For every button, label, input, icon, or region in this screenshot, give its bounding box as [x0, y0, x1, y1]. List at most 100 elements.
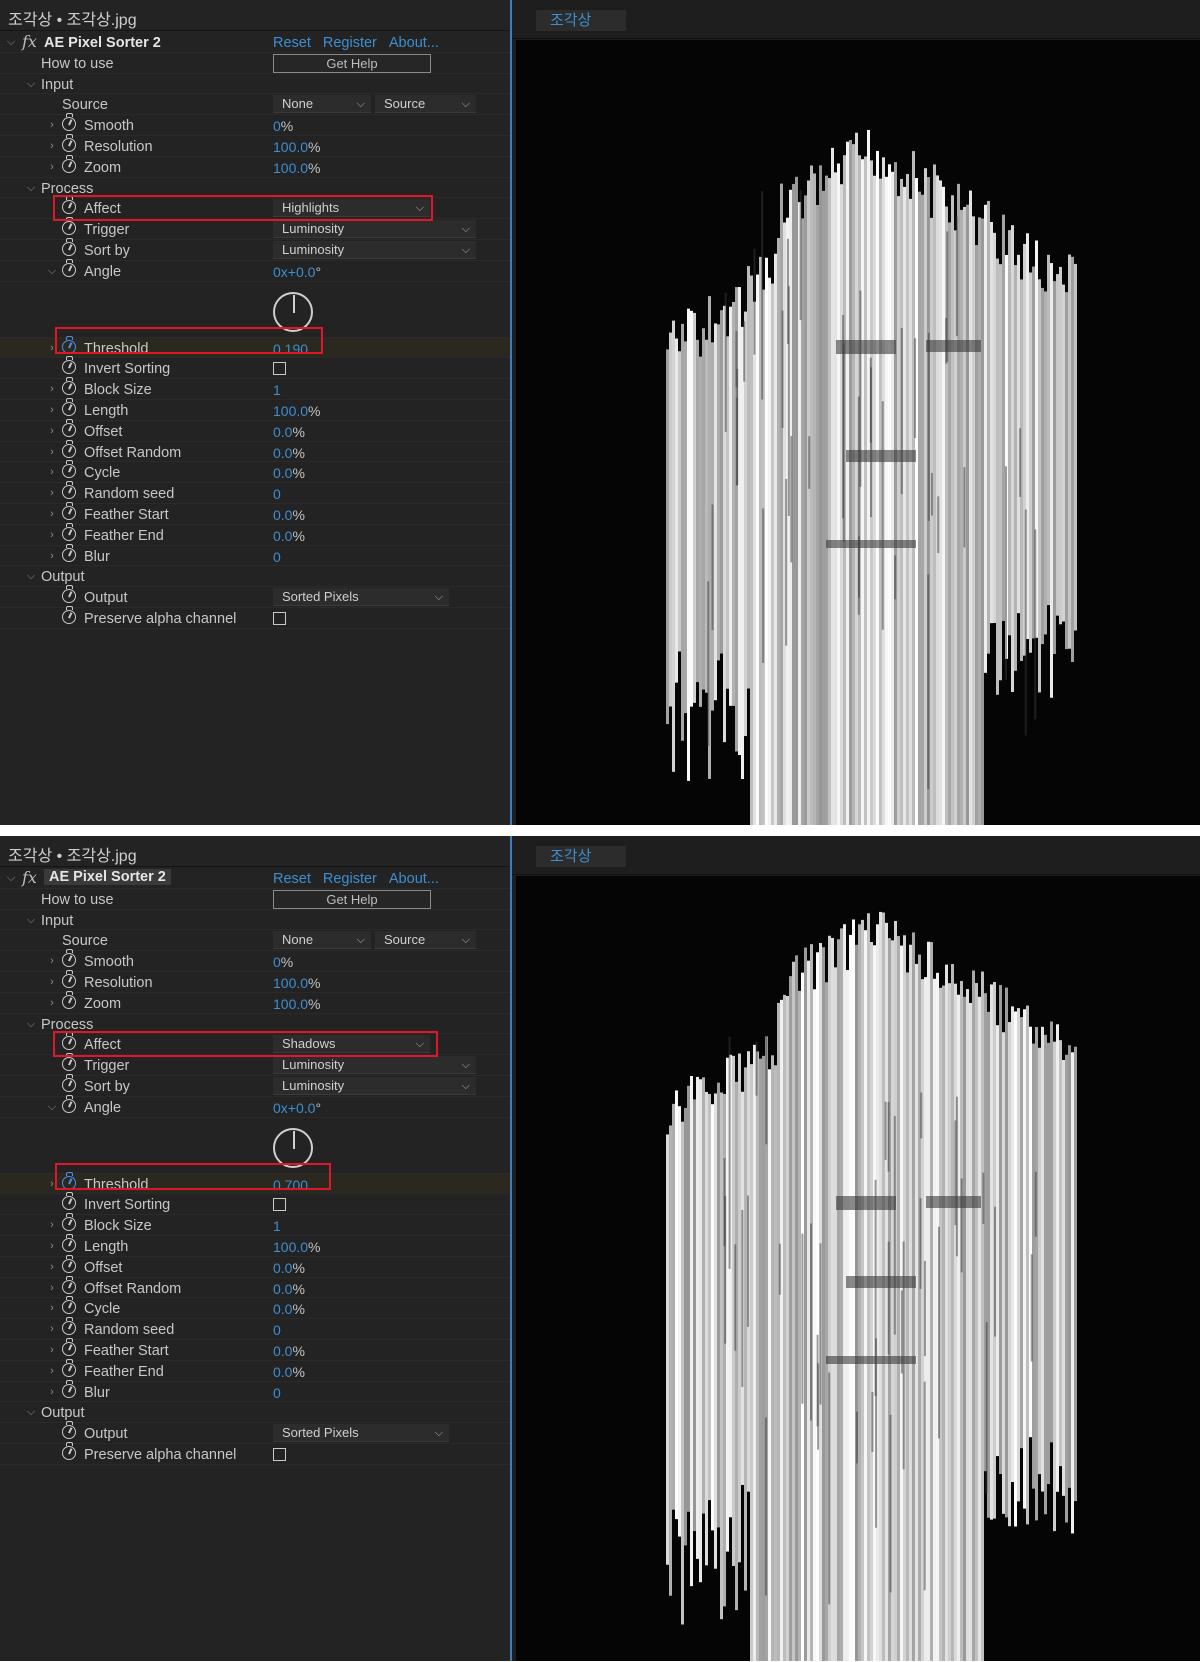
blur-value[interactable]: 0: [273, 549, 281, 565]
stopwatch-icon[interactable]: [62, 585, 76, 604]
source-layer-dropdown[interactable]: None ⌵: [273, 95, 371, 114]
group-input[interactable]: ⌵ Input: [0, 74, 510, 95]
chevron-down-icon[interactable]: ⌵: [26, 570, 36, 583]
group-input[interactable]: ⌵ Input: [0, 910, 510, 931]
stopwatch-icon[interactable]: [62, 1337, 76, 1356]
preview-image[interactable]: [516, 876, 1200, 1661]
stopwatch-icon[interactable]: [62, 1053, 76, 1072]
chevron-right-icon[interactable]: ›: [47, 487, 57, 499]
angle-dial[interactable]: [273, 1127, 313, 1168]
reset-link[interactable]: Reset: [273, 871, 311, 887]
chevron-down-icon[interactable]: ⌵: [26, 182, 36, 195]
chevron-down-icon[interactable]: ⌵: [6, 872, 16, 885]
chevron-right-icon[interactable]: ›: [47, 1323, 57, 1335]
sort-by-dropdown[interactable]: Luminosity ⌵: [273, 240, 476, 259]
random-seed-value[interactable]: 0: [273, 486, 281, 502]
composition-tab[interactable]: 조각상: [536, 846, 626, 867]
angle-value[interactable]: 0x+0.0°: [273, 1100, 321, 1116]
stopwatch-icon[interactable]: [62, 460, 76, 479]
stopwatch-icon[interactable]: [62, 113, 76, 132]
composition-tab[interactable]: 조각상: [536, 10, 626, 31]
blur-value[interactable]: 0: [273, 1385, 281, 1401]
stopwatch-icon[interactable]: [62, 258, 76, 277]
offset-value[interactable]: 0.0%: [273, 1260, 305, 1276]
resolution-value[interactable]: 100.0%: [273, 139, 321, 155]
stopwatch-icon[interactable]: [62, 133, 76, 152]
angle-dial[interactable]: [273, 291, 313, 332]
feather-end-value[interactable]: 0.0%: [273, 1364, 305, 1380]
resolution-value[interactable]: 100.0%: [273, 975, 321, 991]
stopwatch-icon[interactable]: [62, 969, 76, 988]
preview-image[interactable]: [516, 40, 1200, 825]
length-value[interactable]: 100.0%: [273, 403, 321, 419]
chevron-right-icon[interactable]: ›: [47, 1365, 57, 1377]
stopwatch-icon[interactable]: [62, 543, 76, 562]
stopwatch-icon[interactable]: [62, 522, 76, 541]
chevron-down-icon[interactable]: ⌵: [26, 1018, 36, 1031]
chevron-right-icon[interactable]: ›: [47, 383, 57, 395]
stopwatch-icon[interactable]: [62, 1441, 76, 1460]
chevron-right-icon[interactable]: ›: [47, 466, 57, 478]
stopwatch-icon[interactable]: [62, 237, 76, 256]
stopwatch-icon[interactable]: [62, 481, 76, 500]
chevron-right-icon[interactable]: ›: [47, 976, 57, 988]
trigger-dropdown[interactable]: Luminosity ⌵: [273, 220, 476, 239]
register-link[interactable]: Register: [323, 35, 377, 51]
offset-value[interactable]: 0.0%: [273, 424, 305, 440]
chevron-right-icon[interactable]: ›: [47, 161, 57, 173]
chevron-down-icon[interactable]: ⌵: [6, 36, 16, 49]
chevron-right-icon[interactable]: ›: [47, 1386, 57, 1398]
source-layer-dropdown[interactable]: None ⌵: [273, 931, 371, 950]
stopwatch-icon[interactable]: [62, 1358, 76, 1377]
group-output[interactable]: ⌵ Output: [0, 566, 510, 588]
chevron-right-icon[interactable]: ›: [47, 955, 57, 967]
chevron-right-icon[interactable]: ›: [47, 140, 57, 152]
smooth-value[interactable]: 0%: [273, 954, 293, 970]
chevron-down-icon[interactable]: ⌵: [26, 914, 36, 927]
stopwatch-icon[interactable]: [62, 1192, 76, 1211]
source-type-dropdown[interactable]: Source ⌵: [375, 95, 476, 114]
stopwatch-icon[interactable]: [62, 1254, 76, 1273]
chevron-right-icon[interactable]: ›: [47, 1219, 57, 1231]
stopwatch-icon[interactable]: [62, 377, 76, 396]
feather-start-value[interactable]: 0.0%: [273, 507, 305, 523]
chevron-down-icon[interactable]: ⌵: [47, 265, 57, 278]
chevron-right-icon[interactable]: ›: [47, 425, 57, 437]
chevron-right-icon[interactable]: ›: [47, 997, 57, 1009]
stopwatch-icon[interactable]: [62, 501, 76, 520]
stopwatch-icon[interactable]: [62, 949, 76, 968]
chevron-right-icon[interactable]: ›: [47, 119, 57, 131]
about-link[interactable]: About...: [389, 871, 439, 887]
stopwatch-icon[interactable]: [62, 154, 76, 173]
invert-sorting-checkbox[interactable]: [273, 362, 286, 376]
stopwatch-icon[interactable]: [62, 990, 76, 1009]
get-help-button[interactable]: Get Help: [273, 53, 431, 73]
stopwatch-icon[interactable]: [62, 1275, 76, 1294]
block-size-value[interactable]: 1: [273, 1218, 281, 1234]
stopwatch-icon[interactable]: [62, 1233, 76, 1252]
stopwatch-icon[interactable]: [62, 1296, 76, 1315]
stopwatch-icon[interactable]: [62, 356, 76, 375]
block-size-value[interactable]: 1: [273, 382, 281, 398]
output-dropdown[interactable]: Sorted Pixels ⌵: [273, 1424, 449, 1443]
trigger-dropdown[interactable]: Luminosity ⌵: [273, 1056, 476, 1075]
stopwatch-icon[interactable]: [62, 418, 76, 437]
register-link[interactable]: Register: [323, 871, 377, 887]
angle-value[interactable]: 0x+0.0°: [273, 264, 321, 280]
stopwatch-icon[interactable]: [62, 439, 76, 458]
get-help-button[interactable]: Get Help: [273, 889, 431, 909]
chevron-right-icon[interactable]: ›: [47, 1282, 57, 1294]
group-output[interactable]: ⌵ Output: [0, 1402, 510, 1424]
stopwatch-icon[interactable]: [62, 1213, 76, 1232]
offset-random-value[interactable]: 0.0%: [273, 445, 305, 461]
stopwatch-icon[interactable]: [62, 1094, 76, 1113]
cycle-value[interactable]: 0.0%: [273, 465, 305, 481]
preserve-alpha-checkbox[interactable]: [273, 611, 286, 625]
chevron-down-icon[interactable]: ⌵: [26, 78, 36, 91]
random-seed-value[interactable]: 0: [273, 1322, 281, 1338]
effect-name[interactable]: AE Pixel Sorter 2: [44, 869, 171, 885]
preserve-alpha-checkbox[interactable]: [273, 1447, 286, 1461]
stopwatch-icon[interactable]: [62, 1379, 76, 1398]
cycle-value[interactable]: 0.0%: [273, 1301, 305, 1317]
chevron-right-icon[interactable]: ›: [47, 1302, 57, 1314]
